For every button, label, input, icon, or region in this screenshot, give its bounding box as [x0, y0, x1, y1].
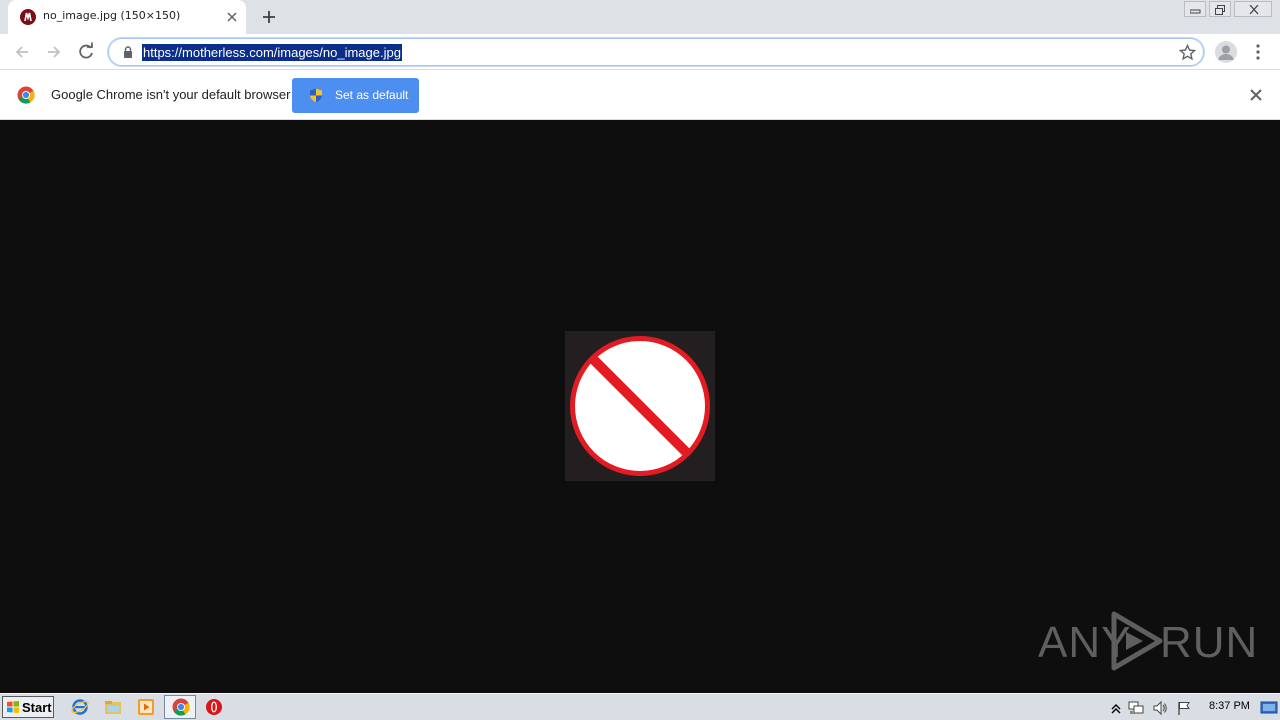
- set-as-default-button[interactable]: Set as default: [292, 78, 419, 113]
- infobar-message: Google Chrome isn't your default browser: [51, 87, 291, 102]
- chrome-taskbar-button[interactable]: [164, 695, 196, 719]
- tab-close-icon[interactable]: [224, 9, 240, 25]
- internet-explorer-icon[interactable]: [71, 698, 89, 716]
- uac-shield-icon: [310, 88, 322, 103]
- network-icon[interactable]: [1128, 700, 1144, 716]
- minimize-button[interactable]: [1184, 1, 1206, 17]
- profile-silhouette-icon: [1218, 45, 1234, 60]
- taskbar: Start 8:37 PM: [0, 693, 1280, 720]
- profile-icon[interactable]: [1215, 41, 1237, 63]
- image-viewer: ANY RUN: [0, 120, 1280, 693]
- default-browser-infobar: Google Chrome isn't your default browser…: [0, 70, 1280, 120]
- action-center-flag-icon[interactable]: [1176, 700, 1192, 716]
- infobar-close-icon[interactable]: [1249, 88, 1263, 102]
- file-explorer-icon[interactable]: [104, 698, 122, 716]
- watermark-text-run: RUN: [1160, 618, 1259, 667]
- set-as-default-label: Set as default: [335, 88, 409, 102]
- windows-flag-icon: [7, 701, 19, 713]
- site-favicon-icon: [20, 9, 36, 25]
- tray-expand-icon[interactable]: [1108, 700, 1124, 716]
- volume-icon[interactable]: [1152, 700, 1168, 716]
- taskbar-clock[interactable]: 8:37 PM: [1209, 700, 1250, 712]
- chrome-icon: [172, 698, 190, 716]
- tab-strip: no_image.jpg (150×150): [0, 0, 1280, 34]
- url-text[interactable]: https://motherless.com/images/no_image.j…: [142, 44, 402, 61]
- lock-icon[interactable]: [121, 45, 135, 59]
- system-tray: 8:37 PM: [1106, 695, 1280, 720]
- reload-icon[interactable]: [76, 42, 96, 62]
- show-desktop-icon[interactable]: [1260, 700, 1278, 716]
- restore-button[interactable]: [1209, 1, 1231, 17]
- media-player-icon[interactable]: [137, 698, 155, 716]
- tab-no-image[interactable]: no_image.jpg (150×150): [8, 0, 246, 34]
- new-tab-icon[interactable]: [260, 8, 278, 26]
- chrome-logo-icon: [17, 86, 35, 104]
- address-bar[interactable]: https://motherless.com/images/no_image.j…: [108, 38, 1204, 66]
- back-arrow-icon[interactable]: [12, 42, 32, 62]
- start-label: Start: [22, 700, 52, 715]
- start-button[interactable]: Start: [2, 696, 54, 718]
- opera-icon[interactable]: [205, 698, 223, 716]
- anyrun-watermark: ANY RUN: [1038, 610, 1257, 674]
- browser-window: no_image.jpg (150×150) https://motherles…: [0, 0, 1280, 720]
- no-image-picture: [565, 331, 715, 481]
- restore-icon: [1215, 5, 1225, 15]
- star-icon[interactable]: [1179, 44, 1196, 61]
- minimize-icon: [1190, 9, 1201, 14]
- play-logo-icon: [1111, 611, 1163, 671]
- browser-toolbar: https://motherless.com/images/no_image.j…: [0, 34, 1280, 70]
- kebab-menu-icon[interactable]: [1252, 43, 1264, 61]
- no-children-sign-icon: [565, 331, 715, 481]
- tab-title: no_image.jpg (150×150): [43, 9, 181, 22]
- close-button[interactable]: [1234, 1, 1272, 17]
- close-icon: [1249, 5, 1259, 15]
- forward-arrow-icon[interactable]: [44, 42, 64, 62]
